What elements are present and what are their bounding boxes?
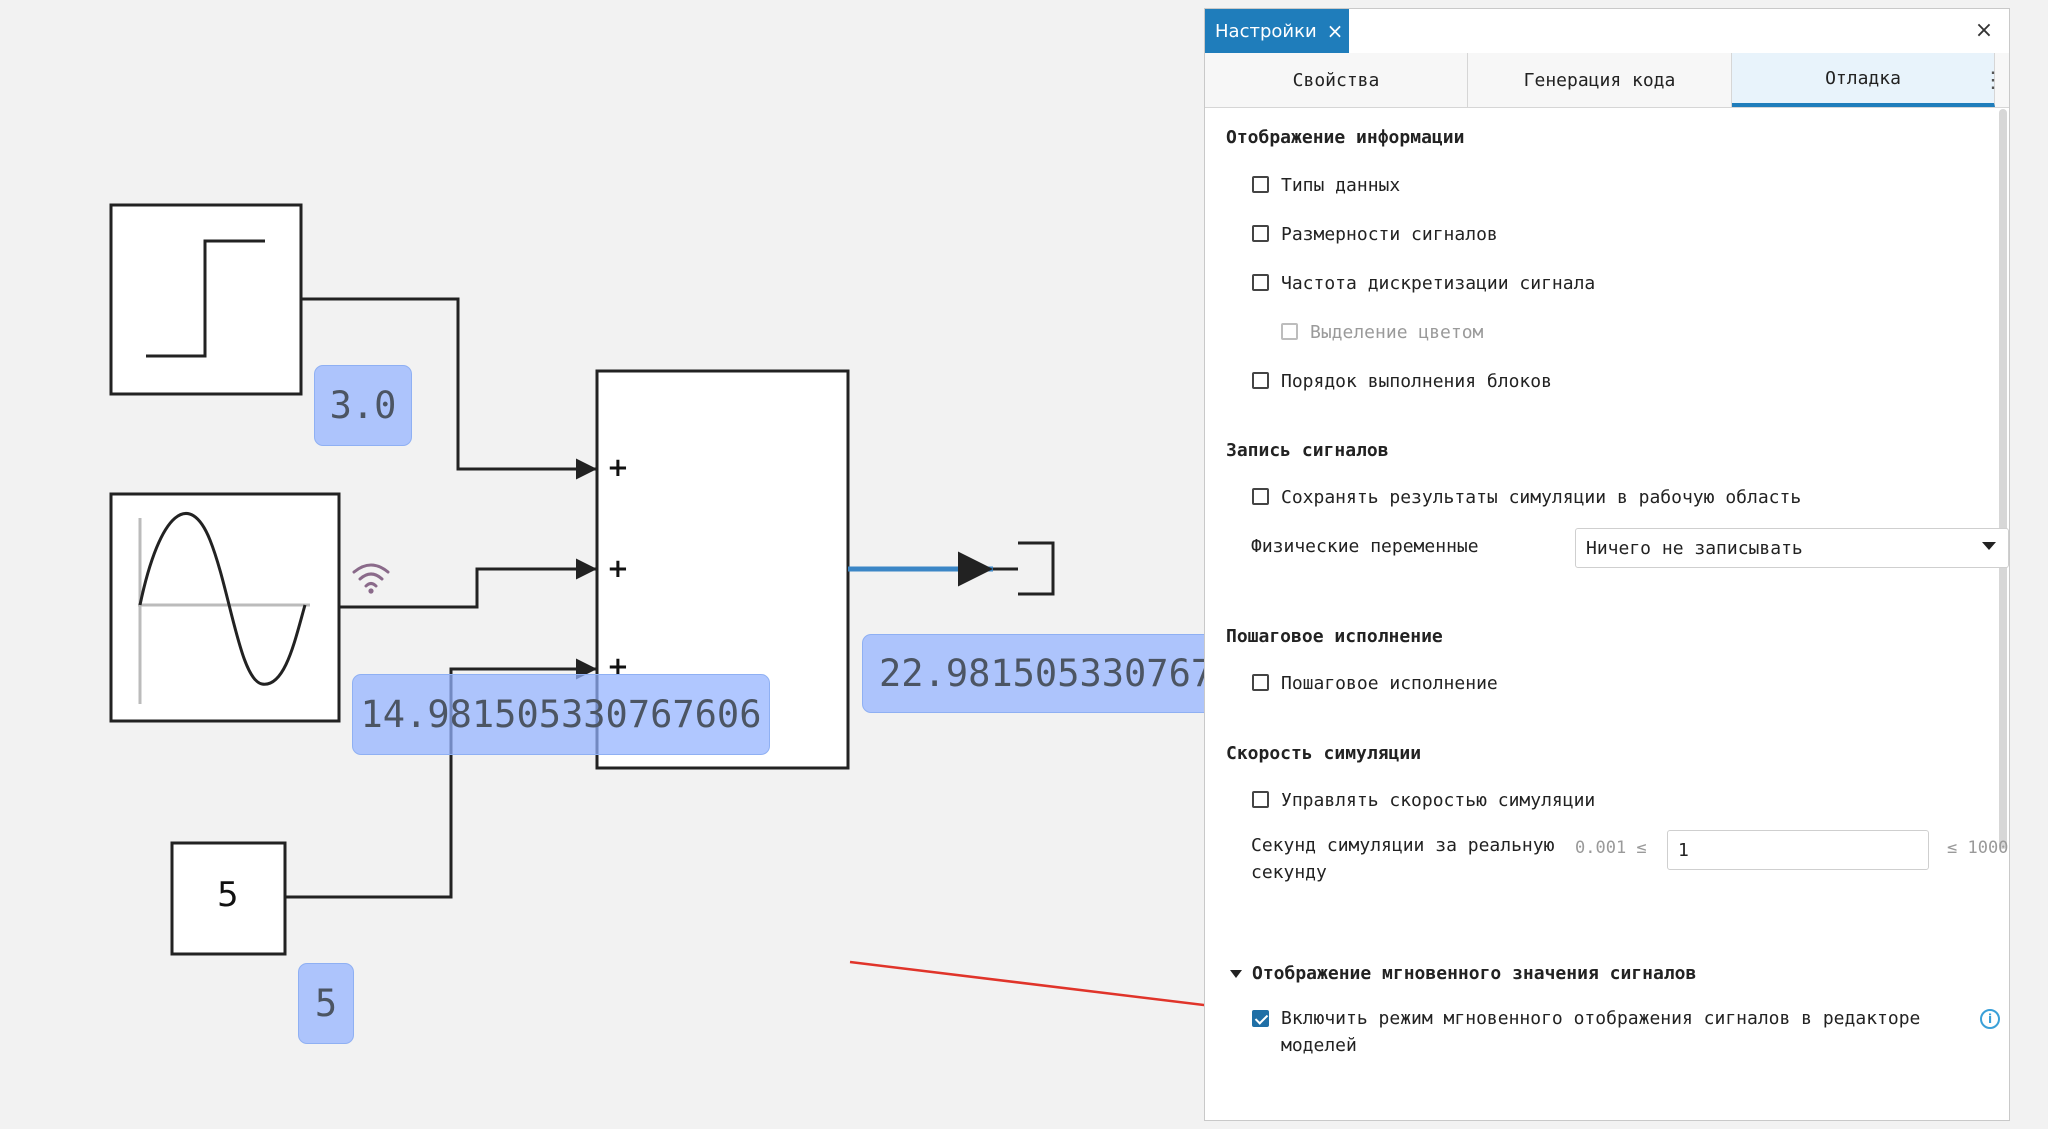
checkbox-label: Порядок выполнения блоков (1281, 371, 1552, 392)
checkbox-row-execution-order[interactable]: Порядок выполнения блоков (1252, 371, 1552, 392)
sum-port-sign-2: + (607, 554, 629, 584)
sim-rate-label-line2: секунду (1251, 862, 1327, 883)
checkbox-speed-control[interactable] (1252, 791, 1269, 808)
section-title-stepping: Пошаговое исполнение (1226, 626, 1443, 647)
title-tab-close-icon[interactable]: × (1327, 19, 1344, 43)
section-title-speed: Скорость симуляции (1226, 743, 1422, 764)
checkbox-row-sample-rate[interactable]: Частота дискретизации сигнала (1252, 273, 1595, 294)
checkbox-execution-order[interactable] (1252, 372, 1269, 389)
checkbox-row-speed-control[interactable]: Управлять скоростью симуляции (1252, 790, 1595, 811)
info-icon[interactable]: i (1980, 1009, 2000, 1029)
checkbox-label: Включить режим мгновенного отображения с… (1281, 1005, 1920, 1059)
annotation-arrow (849, 960, 1210, 1013)
checkbox-signal-dimensions[interactable] (1252, 225, 1269, 242)
sum-port-sign-1: + (607, 453, 629, 483)
panel-close-icon[interactable]: × (1971, 17, 1997, 43)
sim-rate-input[interactable]: 1 (1667, 830, 1929, 870)
select-value: Ничего не записывать (1586, 537, 1803, 559)
checkbox-label-line1: Включить режим мгновенного отображения с… (1281, 1008, 1921, 1029)
panel-title: Настройки (1215, 20, 1317, 42)
more-options-icon[interactable]: ⋮ (1981, 65, 2005, 95)
tab-debug[interactable]: Отладка (1732, 53, 1995, 107)
checkbox-label: Типы данных (1281, 175, 1401, 196)
constant-block-value: 5 (217, 875, 239, 915)
signal-broadcast-icon[interactable] (350, 560, 392, 596)
sum-input-value-badge: 14.981505330767606 (352, 674, 770, 755)
checkbox-row-data-types[interactable]: Типы данных (1252, 175, 1400, 196)
checkbox-save-results[interactable] (1252, 488, 1269, 505)
sim-rate-max: ≤ 1000 (1947, 838, 2009, 858)
section-title-instant-values[interactable]: Отображение мгновенного значения сигнало… (1230, 963, 1696, 984)
settings-title-tab[interactable]: Настройки × (1205, 9, 1349, 53)
checkbox-label: Выделение цветом (1310, 322, 1484, 343)
tab-code-generation[interactable]: Генерация кода (1468, 53, 1732, 107)
settings-panel: Настройки × × Свойства Генерация кода От… (1204, 8, 2010, 1121)
checkbox-row-stepping[interactable]: Пошаговое исполнение (1252, 673, 1498, 694)
step-value-badge: 3.0 (314, 365, 412, 446)
section-title-text: Отображение мгновенного значения сигнало… (1252, 963, 1697, 984)
checkbox-label: Управлять скоростью симуляции (1281, 790, 1596, 811)
checkbox-label: Размерности сигналов (1281, 224, 1498, 245)
physical-variables-select[interactable]: Ничего не записывать (1575, 528, 2009, 568)
checkbox-instant-display[interactable] (1252, 1010, 1269, 1027)
panel-titlebar: Настройки × × (1205, 9, 2009, 54)
checkbox-label: Сохранять результаты симуляции в рабочую… (1281, 487, 1802, 508)
section-title-display: Отображение информации (1226, 127, 1465, 148)
checkbox-row-color-highlight: Выделение цветом (1281, 322, 1483, 343)
tab-properties[interactable]: Свойства (1205, 53, 1468, 107)
checkbox-label: Частота дискретизации сигнала (1281, 273, 1596, 294)
physical-variables-label: Физические переменные (1251, 536, 1479, 557)
sim-rate-min: 0.001 ≤ (1575, 838, 1647, 858)
panel-scrollbar[interactable] (1999, 109, 2007, 849)
section-title-logging: Запись сигналов (1226, 440, 1389, 461)
checkbox-row-save-results[interactable]: Сохранять результаты симуляции в рабочую… (1252, 487, 1801, 508)
checkbox-label-line2: моделей (1281, 1035, 1357, 1056)
chevron-down-icon (1982, 542, 1996, 550)
output-value-badge: 22.981505330767606 (862, 634, 1208, 713)
settings-tabs: Свойства Генерация кода Отладка ⋮ (1205, 53, 2009, 108)
triangle-down-icon (1230, 969, 1242, 978)
checkbox-data-types[interactable] (1252, 176, 1269, 193)
checkbox-row-signal-dimensions[interactable]: Размерности сигналов (1252, 224, 1498, 245)
checkbox-sample-rate[interactable] (1252, 274, 1269, 291)
model-diagram (109, 203, 1210, 1013)
checkbox-color-highlight (1281, 323, 1298, 340)
terminator-block[interactable] (1018, 541, 1055, 596)
checkbox-stepping[interactable] (1252, 674, 1269, 691)
checkbox-row-instant-display[interactable]: Включить режим мгновенного отображения с… (1252, 1008, 1920, 1059)
model-canvas[interactable]: + + + 5 3.0 14.981505330767606 22.981505… (0, 0, 1210, 1129)
constant-value-badge: 5 (298, 963, 354, 1044)
sim-rate-label: Секунд симуляции за реальную секунду (1251, 832, 1554, 886)
sim-rate-label-line1: Секунд симуляции за реальную (1251, 835, 1555, 856)
checkbox-label: Пошаговое исполнение (1281, 673, 1498, 694)
